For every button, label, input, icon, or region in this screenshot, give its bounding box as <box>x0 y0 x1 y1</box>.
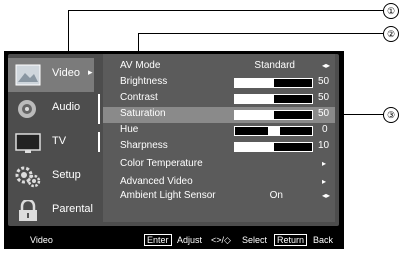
row-color-temperature[interactable]: Color Temperature ▸ <box>103 157 335 173</box>
submenu-arrow-icon: ▸ <box>322 159 327 168</box>
speaker-icon <box>15 98 41 120</box>
row-sharpness[interactable]: Sharpness 10 <box>103 139 335 155</box>
gears-icon <box>15 166 41 188</box>
chevron-right-icon: ▸ <box>88 67 93 77</box>
sidebar-divider <box>98 132 100 152</box>
slider-fill <box>267 127 280 135</box>
picture-icon <box>15 64 41 86</box>
left-right-arrows-icon: ◂▸ <box>322 61 331 70</box>
sidebar-item-label: TV <box>52 135 67 147</box>
sidebar-item-label: Parental <box>52 203 93 215</box>
submenu-arrow-icon: ▸ <box>322 177 327 186</box>
hue-slider[interactable] <box>234 126 313 136</box>
row-hue[interactable]: Hue 0 <box>103 123 335 139</box>
tv-icon <box>15 132 41 154</box>
slider-fill <box>235 95 274 103</box>
row-av-mode[interactable]: AV Mode Standard ◂▸ <box>103 59 335 75</box>
row-label: Contrast <box>120 92 158 103</box>
row-brightness[interactable]: Brightness 50 <box>103 75 335 91</box>
sidebar-item-tv[interactable]: TV <box>8 126 94 160</box>
menu-panel: Video ▸ Audio TV Setup Parental AV Mode … <box>8 54 339 226</box>
sidebar-item-video[interactable]: Video ▸ <box>8 58 94 92</box>
row-value: On <box>269 190 283 201</box>
row-value: 0 <box>322 124 328 135</box>
help-bar: Video Enter Adjust <>/◇ Select Return Ba… <box>4 232 344 249</box>
sidebar-item-label: Audio <box>52 101 81 113</box>
sidebar-divider <box>98 94 100 124</box>
callout-1: ① <box>383 3 399 19</box>
row-value: 50 <box>318 108 330 119</box>
row-label: Ambient Light Sensor <box>120 190 216 201</box>
nav-keys-icon: <>/◇ <box>211 235 231 245</box>
footer-adjust: Adjust <box>177 235 203 245</box>
row-value: 50 <box>318 92 330 103</box>
callout-3: ③ <box>383 107 399 123</box>
row-label: Saturation <box>120 108 166 119</box>
saturation-slider[interactable] <box>234 110 313 120</box>
return-key: Return <box>274 234 308 246</box>
brightness-slider[interactable] <box>234 78 313 88</box>
tv-screen: Video ▸ Audio TV Setup Parental AV Mode … <box>4 51 344 249</box>
sidebar-item-setup[interactable]: Setup <box>8 160 94 194</box>
footer-back: Back <box>313 235 334 245</box>
sidebar-item-audio[interactable]: Audio <box>8 92 94 126</box>
row-label: Advanced Video <box>120 176 193 187</box>
sharpness-slider[interactable] <box>234 142 313 152</box>
sidebar-item-label: Video <box>52 67 80 79</box>
row-label: Sharpness <box>120 140 168 151</box>
contrast-slider[interactable] <box>234 94 313 104</box>
row-label: Hue <box>120 124 139 135</box>
row-label: Color Temperature <box>120 158 203 169</box>
sidebar-item-label: Setup <box>52 169 81 181</box>
callout-2-leader <box>138 33 383 34</box>
row-label: Brightness <box>120 76 168 87</box>
slider-fill <box>235 111 274 119</box>
row-contrast[interactable]: Contrast 50 <box>103 91 335 107</box>
row-value: 50 <box>318 76 330 87</box>
enter-key: Enter <box>144 234 172 246</box>
row-ambient-light-sensor[interactable]: Ambient Light Sensor On ◂▸ <box>103 189 335 205</box>
slider-fill <box>235 79 274 87</box>
row-value: Standard <box>254 60 295 71</box>
row-label: AV Mode <box>120 60 161 71</box>
lock-icon <box>15 198 41 222</box>
sidebar-item-parental[interactable]: Parental <box>8 194 94 228</box>
callout-2: ② <box>383 26 399 42</box>
row-value: 10 <box>318 140 330 151</box>
callout-1-leader <box>68 10 383 11</box>
row-saturation[interactable]: Saturation 50 <box>103 107 335 123</box>
left-right-arrows-icon: ◂▸ <box>322 191 331 200</box>
slider-fill <box>235 143 274 151</box>
footer-select: Select <box>242 235 268 245</box>
settings-list: AV Mode Standard ◂▸ Brightness 50 Contra… <box>103 54 335 222</box>
footer-section: Video <box>30 235 53 245</box>
